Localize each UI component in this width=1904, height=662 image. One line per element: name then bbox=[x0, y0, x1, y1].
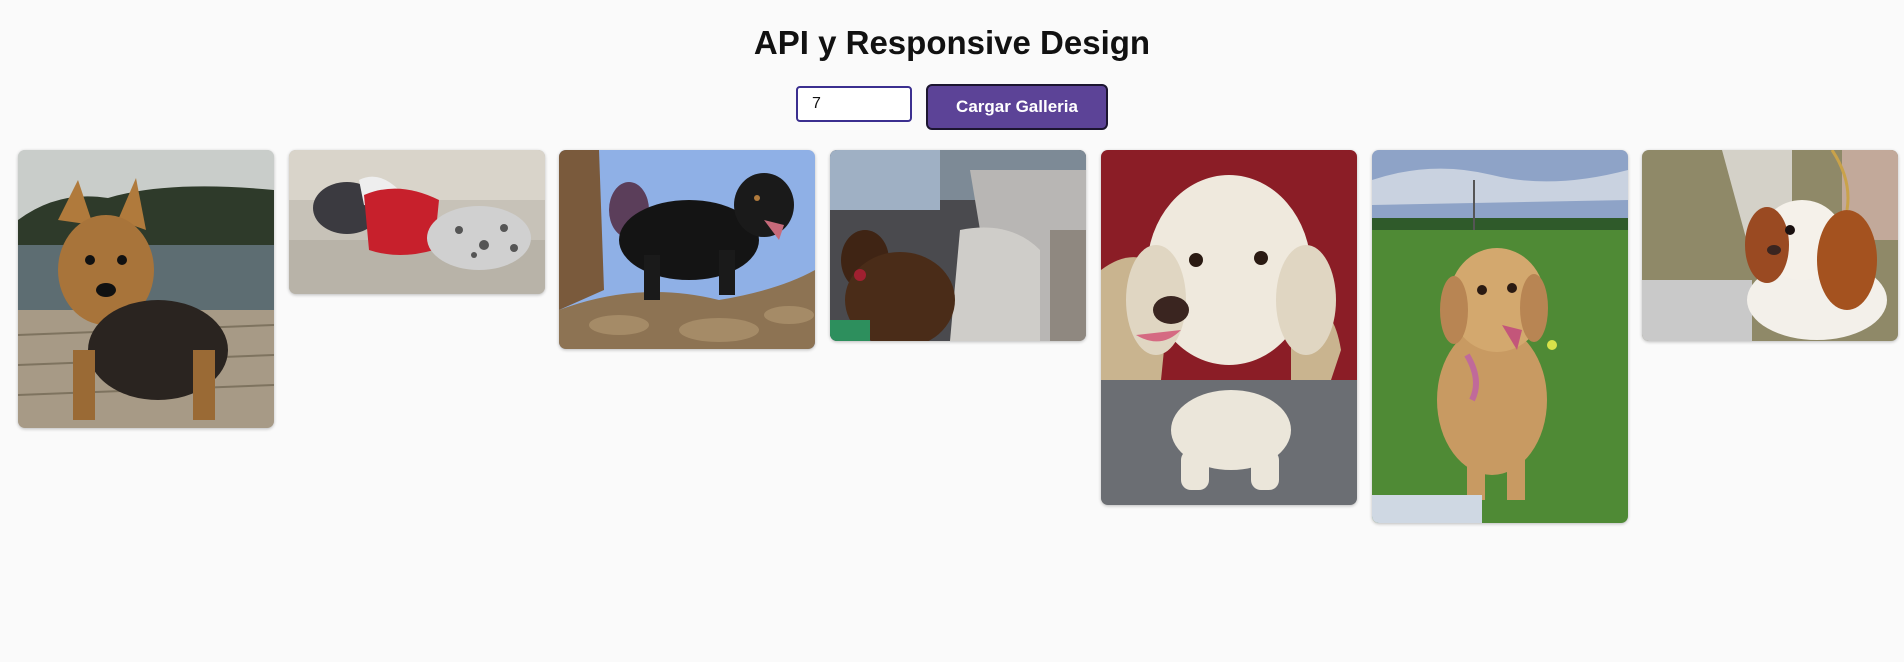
load-gallery-button[interactable]: Cargar Galleria bbox=[926, 84, 1108, 130]
gallery-image bbox=[1101, 150, 1357, 505]
gallery-image bbox=[18, 150, 274, 428]
image-count-input[interactable] bbox=[796, 86, 912, 122]
gallery-image bbox=[559, 150, 815, 349]
gallery-controls: Cargar Galleria bbox=[0, 84, 1904, 130]
gallery-image bbox=[830, 150, 1086, 341]
gallery-image bbox=[1642, 150, 1898, 341]
gallery-image bbox=[289, 150, 545, 294]
gallery-image bbox=[1372, 150, 1628, 523]
image-gallery bbox=[0, 150, 1904, 550]
page-title: API y Responsive Design bbox=[753, 24, 1151, 61]
